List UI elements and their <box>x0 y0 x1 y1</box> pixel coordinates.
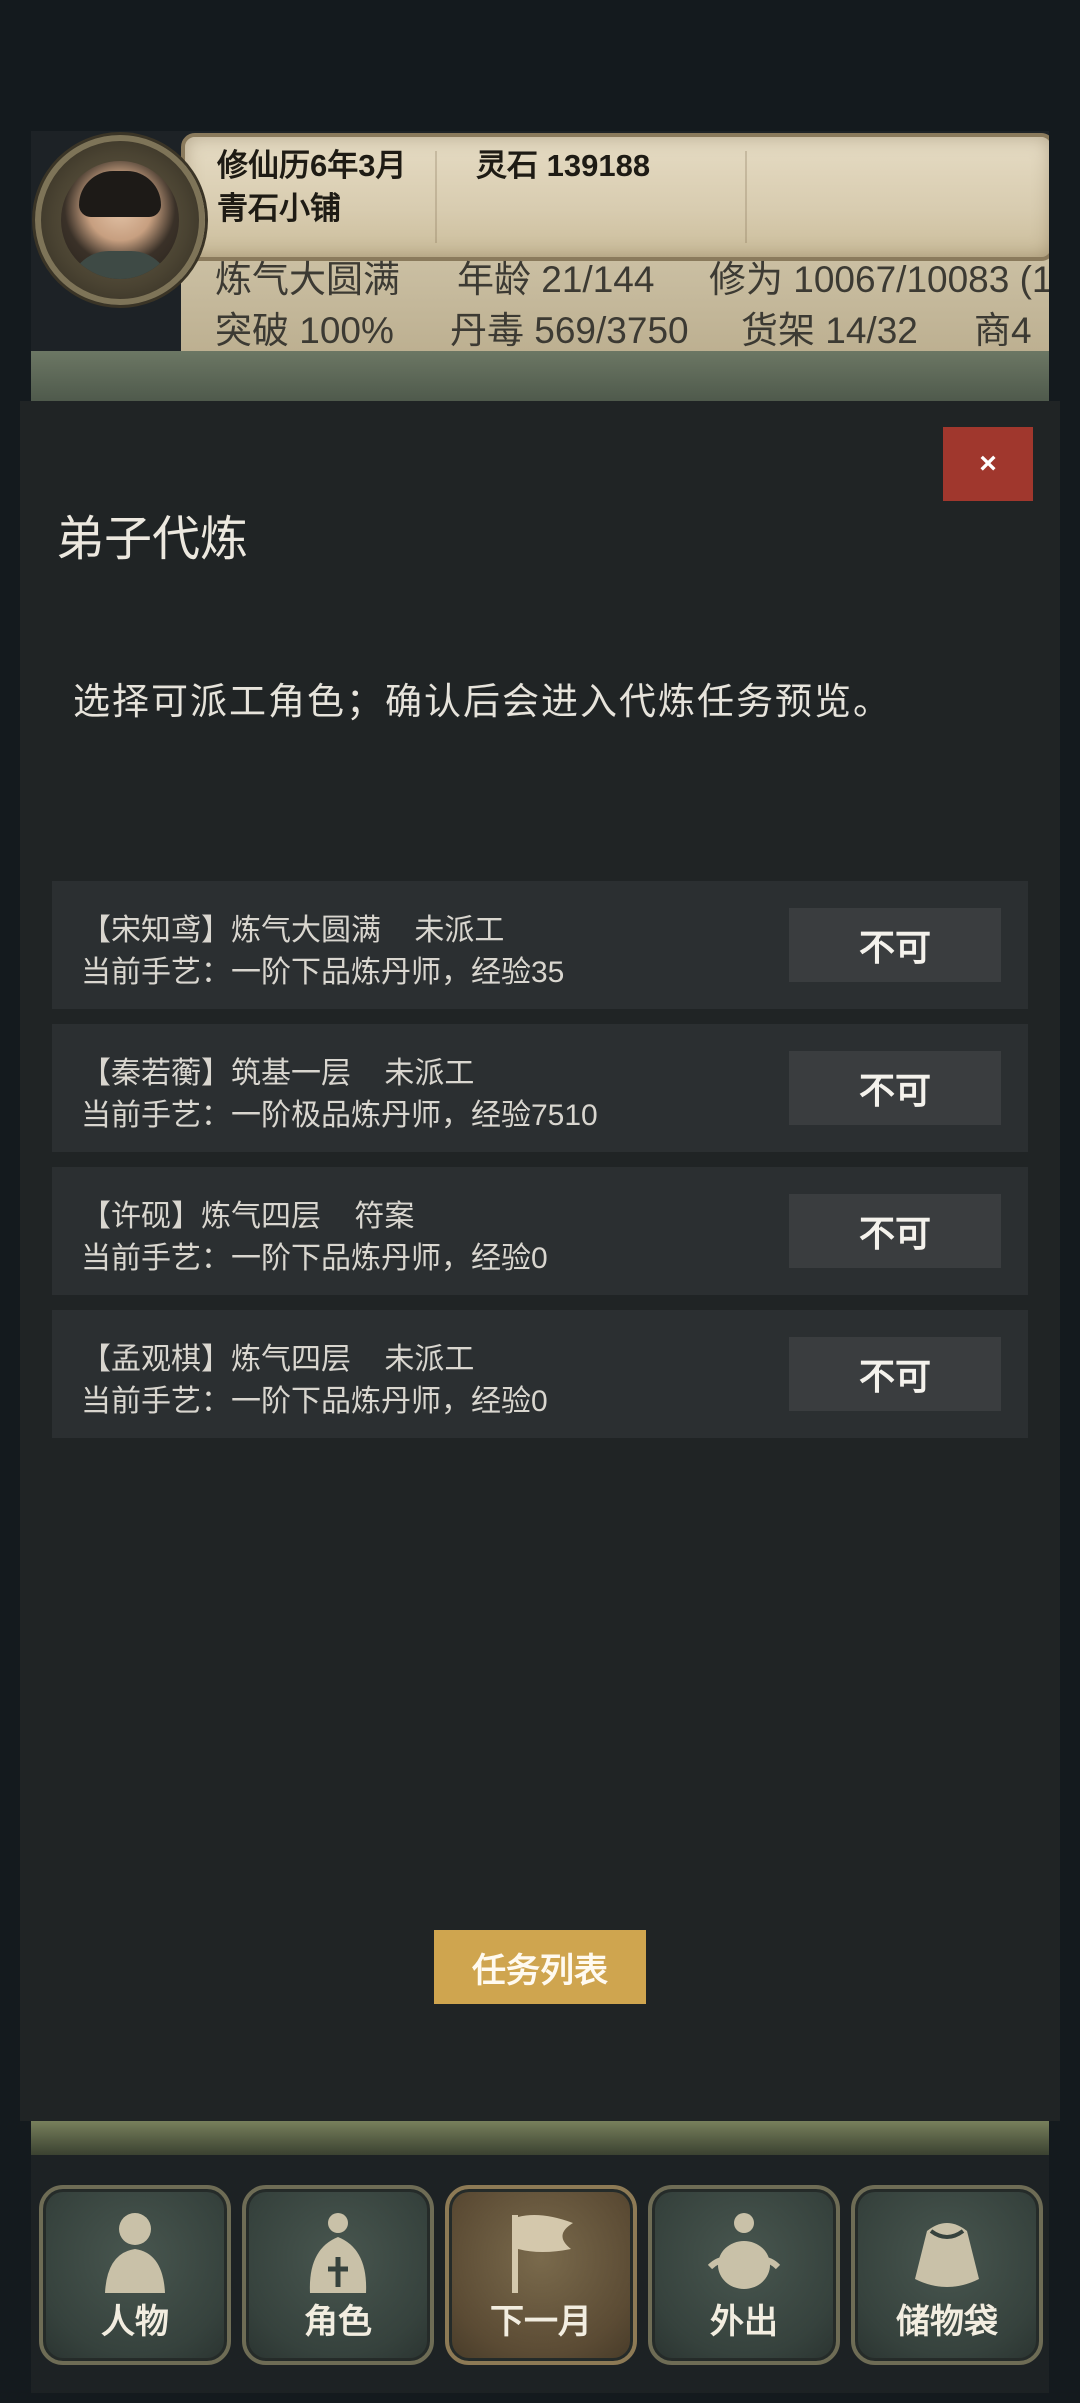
robe-icon <box>309 2213 367 2293</box>
age-label: 年龄 21/144 <box>457 259 655 300</box>
breakthrough-label: 突破 100% <box>215 310 394 351</box>
nav-person-button[interactable]: 人物 <box>39 2185 231 2365</box>
disciple-craft: 当前手艺：一阶下品炼丹师，经验0 <box>81 1242 548 1275</box>
nav-label: 人物 <box>101 2303 169 2341</box>
nav-storage-bag-button[interactable]: 储物袋 <box>851 2185 1043 2365</box>
assign-button[interactable]: 不可 <box>789 1051 1001 1125</box>
assign-button[interactable]: 不可 <box>789 1194 1001 1268</box>
person-icon <box>105 2213 165 2293</box>
disciple-refining-modal: × 弟子代炼 选择可派工角色；确认后会进入代炼任务预览。 【宋知鸢】炼气大圆满 … <box>20 401 1060 2121</box>
assign-button[interactable]: 不可 <box>789 1337 1001 1411</box>
player-avatar[interactable] <box>35 135 205 305</box>
disciple-craft: 当前手艺：一阶下品炼丹师，经验35 <box>81 956 565 989</box>
disciple-info: 【秦若蘅】筑基一层 未派工 <box>81 1057 475 1090</box>
status-banner: 修仙历6年3月 灵石 139188 青石小铺 炼气大圆满 年龄 21/144 修… <box>31 131 1049 351</box>
disciple-row: 【孟观棋】炼气四层 未派工 当前手艺：一阶下品炼丹师，经验0 不可 <box>52 1310 1028 1438</box>
calendar-date: 修仙历6年3月 <box>217 148 407 183</box>
shelves-label: 货架 14/32 <box>741 310 918 351</box>
pill-toxicity-label: 丹毒 569/3750 <box>450 310 689 351</box>
disciple-craft: 当前手艺：一阶下品炼丹师，经验0 <box>81 1385 548 1418</box>
nav-label: 储物袋 <box>896 2303 998 2341</box>
nav-label: 外出 <box>710 2303 778 2341</box>
scene-strip-bottom <box>31 2121 1049 2155</box>
disciple-info: 【许砚】炼气四层 符案 <box>81 1200 415 1233</box>
shop-name: 青石小铺 <box>217 191 341 226</box>
bottom-nav: 人物 角色 下一月 外出 储物袋 <box>31 2155 1049 2393</box>
disciple-row: 【秦若蘅】筑基一层 未派工 当前手艺：一阶极品炼丹师，经验7510 不可 <box>52 1024 1028 1152</box>
disciple-row: 【宋知鸢】炼气大圆满 未派工 当前手艺：一阶下品炼丹师，经验35 不可 <box>52 881 1028 1009</box>
realm-label: 炼气大圆满 <box>215 259 400 300</box>
nav-label: 角色 <box>304 2303 372 2341</box>
disciple-info: 【宋知鸢】炼气大圆满 未派工 <box>81 914 505 947</box>
bag-icon <box>915 2223 979 2287</box>
nav-next-month-button[interactable]: 下一月 <box>445 2185 637 2365</box>
cultivation-label: 修为 10067/10083 (10 <box>709 259 1049 300</box>
modal-description: 选择可派工角色；确认后会进入代炼任务预览。 <box>73 681 892 722</box>
disciple-info: 【孟观棋】炼气四层 未派工 <box>81 1343 475 1376</box>
nav-go-out-button[interactable]: 外出 <box>648 2185 840 2365</box>
modal-title: 弟子代炼 <box>56 513 249 566</box>
spirit-stone-count: 灵石 139188 <box>476 148 651 183</box>
task-list-button[interactable]: 任务列表 <box>434 1930 646 2004</box>
nav-label: 下一月 <box>490 2303 592 2341</box>
disciple-craft: 当前手艺：一阶极品炼丹师，经验7510 <box>81 1099 598 1132</box>
nav-role-button[interactable]: 角色 <box>242 2185 434 2365</box>
avatar <box>61 161 179 279</box>
merchant-level-label: 商4 <box>974 310 1032 351</box>
assign-button[interactable]: 不可 <box>789 908 1001 982</box>
disciple-row: 【许砚】炼气四层 符案 当前手艺：一阶下品炼丹师，经验0 不可 <box>52 1167 1028 1295</box>
scene-strip <box>31 351 1049 401</box>
flag-icon <box>512 2215 573 2293</box>
gourd-icon <box>707 2213 781 2289</box>
close-button[interactable]: × <box>943 427 1033 501</box>
